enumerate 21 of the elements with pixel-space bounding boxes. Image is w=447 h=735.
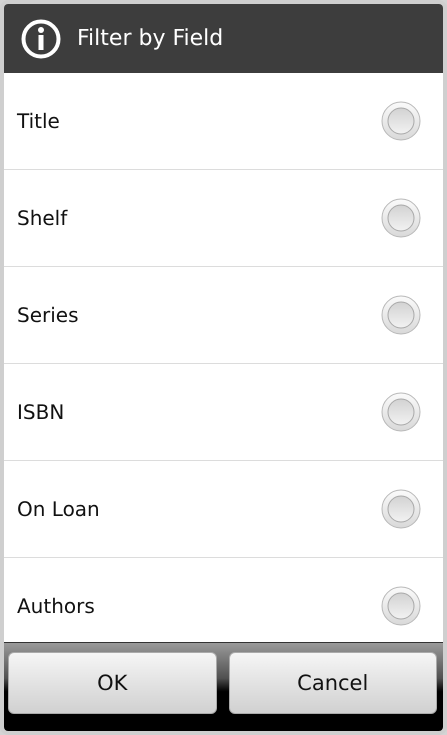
option-row[interactable]: Title	[4, 73, 443, 170]
option-row[interactable]: ISBN	[4, 364, 443, 461]
option-label: Shelf	[17, 206, 68, 230]
option-row[interactable]: Shelf	[4, 170, 443, 267]
option-row[interactable]: On Loan	[4, 461, 443, 558]
info-icon	[21, 18, 61, 58]
option-label: ISBN	[17, 400, 64, 424]
radio-button[interactable]	[381, 101, 421, 141]
option-label: On Loan	[17, 497, 100, 521]
cancel-button[interactable]: Cancel	[228, 652, 437, 714]
radio-button[interactable]	[381, 198, 421, 238]
radio-button[interactable]	[381, 489, 421, 529]
radio-button[interactable]	[381, 392, 421, 432]
radio-button[interactable]	[381, 586, 421, 626]
radio-button[interactable]	[381, 295, 421, 335]
option-label: Authors	[17, 594, 95, 618]
option-label: Series	[17, 303, 79, 327]
dialog-title: Filter by Field	[77, 26, 224, 51]
option-label: Title	[17, 109, 60, 133]
option-row[interactable]: Series	[4, 267, 443, 364]
ok-button[interactable]: OK	[8, 652, 216, 714]
